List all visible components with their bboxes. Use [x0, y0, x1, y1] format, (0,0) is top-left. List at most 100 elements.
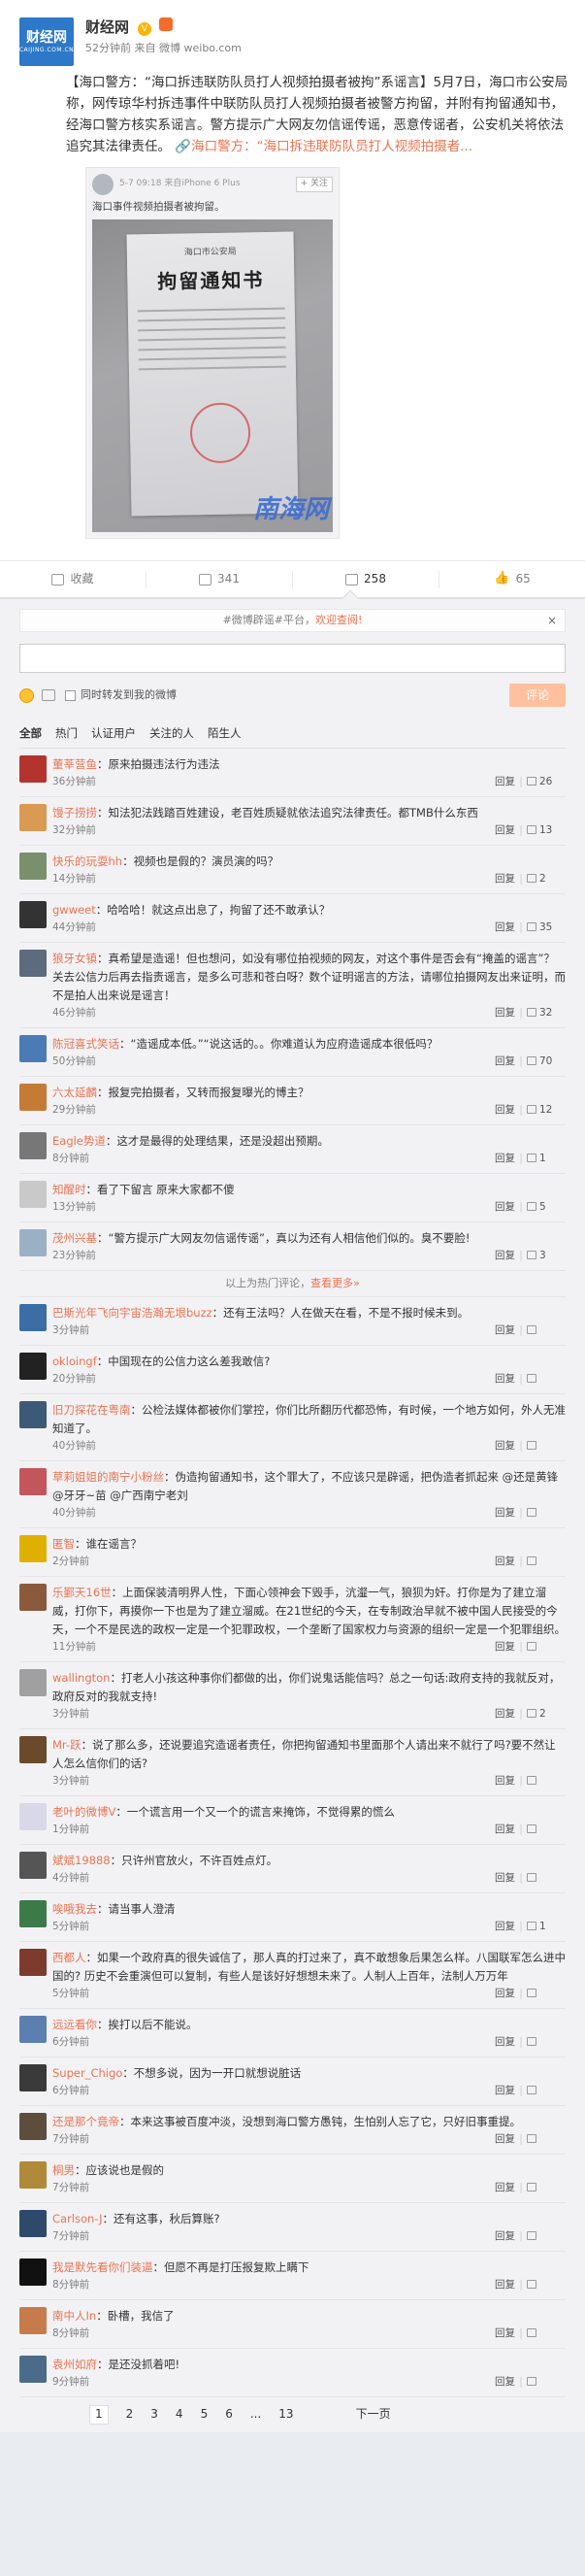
- commenter-name[interactable]: wallington: [52, 1671, 110, 1685]
- repost-checkbox[interactable]: [65, 689, 76, 701]
- reply-button[interactable]: 回复: [476, 872, 515, 887]
- reply-button[interactable]: 回复: [476, 1103, 515, 1118]
- commenter-avatar[interactable]: [19, 2112, 47, 2140]
- comment-like-button[interactable]: 1: [527, 1152, 566, 1166]
- comment-like-button[interactable]: 26: [527, 775, 566, 789]
- comment-like-button[interactable]: [527, 2375, 566, 2390]
- comment-like-button[interactable]: 1: [527, 1920, 566, 1934]
- commenter-name[interactable]: 袁州如府: [52, 2358, 97, 2371]
- comment-like-button[interactable]: 13: [527, 823, 566, 838]
- commenter-avatar[interactable]: [19, 1083, 47, 1111]
- comment-like-button[interactable]: 5: [527, 1200, 566, 1215]
- next-page-button[interactable]: 下一页: [356, 2406, 391, 2423]
- page-link[interactable]: 3: [150, 2406, 158, 2423]
- filter-following[interactable]: 关注的人: [149, 725, 194, 742]
- commenter-avatar[interactable]: [19, 754, 47, 783]
- collect-button[interactable]: 收藏: [0, 570, 146, 588]
- page-link[interactable]: 5: [201, 2406, 209, 2423]
- commenter-name[interactable]: 知醒时: [52, 1183, 86, 1196]
- reply-button[interactable]: 回复: [476, 775, 515, 789]
- commenter-avatar[interactable]: [19, 1899, 47, 1927]
- page-link[interactable]: 13: [278, 2406, 293, 2423]
- commenter-name[interactable]: 狼牙女镇: [52, 952, 97, 965]
- page-link[interactable]: 1: [89, 2405, 109, 2425]
- reply-button[interactable]: 回复: [476, 1006, 515, 1020]
- reply-button[interactable]: 回复: [476, 1987, 515, 2001]
- commenter-name[interactable]: 桐男: [52, 2163, 75, 2177]
- commenter-avatar[interactable]: [19, 1735, 47, 1763]
- reply-button[interactable]: 回复: [476, 2084, 515, 2098]
- commenter-name[interactable]: Carlson-J: [52, 2212, 103, 2225]
- commenter-avatar[interactable]: [19, 949, 47, 977]
- reply-button[interactable]: 回复: [476, 2326, 515, 2341]
- comment-like-button[interactable]: 2: [527, 1707, 566, 1722]
- comment-like-button[interactable]: 70: [527, 1054, 566, 1069]
- commenter-name[interactable]: 茂州兴基: [52, 1231, 97, 1245]
- embedded-post[interactable]: 5-7 09:18 来自iPhone 6 Plus + 关注 海口事件视频拍摄者…: [85, 167, 340, 540]
- commenter-name[interactable]: 快乐的玩耍hh: [52, 854, 122, 868]
- commenter-name[interactable]: 乐鄞天16世: [52, 1586, 112, 1599]
- repost-button[interactable]: 341: [146, 570, 293, 588]
- author-avatar[interactable]: 财经网 CAIJING.COM.CN: [19, 17, 74, 66]
- reply-button[interactable]: 回复: [476, 1774, 515, 1789]
- comment-like-button[interactable]: [527, 1506, 566, 1521]
- reply-button[interactable]: 回复: [476, 1506, 515, 1521]
- detention-notice-photo[interactable]: 海口市公安局 拘留通知书 南海网: [92, 219, 333, 533]
- notice-link[interactable]: 欢迎查阅!: [315, 613, 362, 628]
- reply-button[interactable]: 回复: [476, 1640, 515, 1655]
- reply-button[interactable]: 回复: [476, 1823, 515, 1837]
- commenter-avatar[interactable]: [19, 1851, 47, 1879]
- more-hot-link[interactable]: 查看更多»: [310, 1277, 360, 1289]
- submit-comment-button[interactable]: 评论: [509, 684, 566, 708]
- emoji-icon[interactable]: [19, 687, 34, 703]
- reply-button[interactable]: 回复: [476, 2132, 515, 2147]
- commenter-avatar[interactable]: [19, 852, 47, 880]
- commenter-avatar[interactable]: [19, 2063, 47, 2091]
- comment-like-button[interactable]: [527, 1640, 566, 1655]
- commenter-avatar[interactable]: [19, 1352, 47, 1380]
- commenter-avatar[interactable]: [19, 2015, 47, 2043]
- filter-verified[interactable]: 认证用户: [91, 725, 136, 742]
- commenter-avatar[interactable]: [19, 1303, 47, 1331]
- commenter-name[interactable]: Eagle势道: [52, 1134, 106, 1148]
- embed-avatar[interactable]: [92, 174, 114, 195]
- commenter-name[interactable]: 陈冠喜式笑话: [52, 1037, 119, 1051]
- commenter-name[interactable]: Mr-跃: [52, 1738, 81, 1752]
- commenter-name[interactable]: 老叶的微博V: [52, 1805, 115, 1819]
- comment-like-button[interactable]: [527, 1323, 566, 1338]
- commenter-avatar[interactable]: [19, 900, 47, 928]
- comment-like-button[interactable]: 35: [527, 920, 566, 935]
- commenter-name[interactable]: 远远看你: [52, 2018, 97, 2031]
- reply-button[interactable]: 回复: [476, 1054, 515, 1069]
- commenter-avatar[interactable]: [19, 1802, 47, 1830]
- reply-button[interactable]: 回复: [476, 2375, 515, 2390]
- comment-like-button[interactable]: [527, 2181, 566, 2195]
- comment-like-button[interactable]: 32: [527, 1006, 566, 1020]
- reply-button[interactable]: 回复: [476, 1555, 515, 1569]
- comment-like-button[interactable]: [527, 2035, 566, 2050]
- commenter-avatar[interactable]: [19, 803, 47, 831]
- commenter-name[interactable]: 董莘营鱼: [52, 757, 97, 771]
- commenter-avatar[interactable]: [19, 1034, 47, 1062]
- page-link[interactable]: 6: [225, 2406, 233, 2423]
- filter-hot[interactable]: 热门: [55, 725, 78, 742]
- commenter-avatar[interactable]: [19, 2258, 47, 2286]
- reply-button[interactable]: 回复: [476, 1200, 515, 1215]
- commenter-avatar[interactable]: [19, 1180, 47, 1208]
- page-link[interactable]: 2: [126, 2406, 134, 2423]
- commenter-avatar[interactable]: [19, 1131, 47, 1159]
- commenter-avatar[interactable]: [19, 2306, 47, 2334]
- reply-button[interactable]: 回复: [476, 2181, 515, 2195]
- commenter-avatar[interactable]: [19, 2355, 47, 2383]
- commenter-name[interactable]: 馒子捞捞: [52, 806, 97, 820]
- reply-button[interactable]: 回复: [476, 1707, 515, 1722]
- filter-all[interactable]: 全部: [19, 725, 42, 742]
- close-icon[interactable]: ×: [547, 613, 557, 629]
- commenter-name[interactable]: 南中人In: [52, 2309, 96, 2323]
- commenter-avatar[interactable]: [19, 1400, 47, 1428]
- commenter-avatar[interactable]: [19, 1228, 47, 1256]
- author-name[interactable]: 财经网: [85, 18, 129, 36]
- reply-button[interactable]: 回复: [476, 1920, 515, 1934]
- page-link[interactable]: 4: [176, 2406, 183, 2423]
- comment-like-button[interactable]: [527, 2084, 566, 2098]
